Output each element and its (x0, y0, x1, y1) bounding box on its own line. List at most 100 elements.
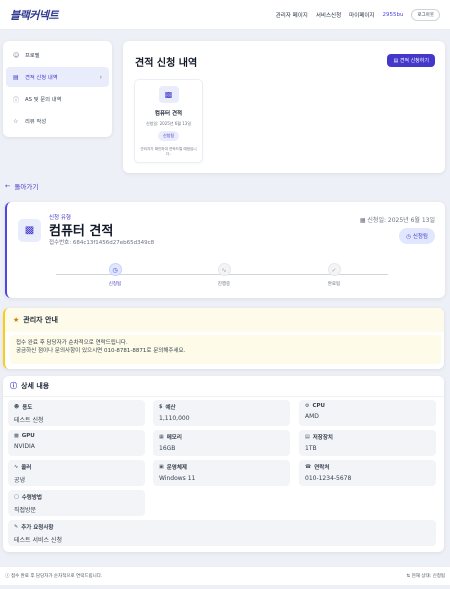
field-label: CPU (312, 403, 326, 409)
footer-status-text: 현재 상태: 신청됨 (411, 574, 445, 579)
arrow-icon: ⇅ (406, 574, 411, 579)
phone-icon: ☎ (305, 464, 312, 470)
field-cpu: ⚙ CPU AMD (299, 400, 436, 426)
footer-status: ⇅ 현재 상태: 신청됨 (406, 573, 445, 579)
field-label: 예산 (165, 405, 176, 411)
calendar-icon: ▦ (359, 217, 366, 224)
field-value: 010-1234-5678 (305, 475, 352, 482)
request-date-text: 신청일: 2025년 6월 13일 (367, 217, 435, 224)
check-icon: ✓ (327, 263, 341, 276)
step-label: 진행중 (217, 282, 231, 287)
field-label: 추가 요청사항 (21, 525, 54, 531)
step-completed: ✓ 완료됨 (309, 263, 359, 287)
step-requested: ◷ 신청됨 (90, 263, 140, 287)
admin-notice: ★ 관리자 안내 접수 완료 후 담당자가 순차적으로 연락드립니다. 궁금하신 … (3, 308, 444, 369)
document-plus-icon: ▤ (393, 58, 399, 64)
step-label: 완료됨 (327, 282, 341, 287)
status-badge: ◷ 신청됨 (399, 228, 435, 244)
info-icon: ⓘ (10, 382, 17, 390)
field-value: 테스트 서비스 신청 (14, 537, 62, 544)
detail-title: 상세 내용 (21, 382, 50, 390)
sidebar-item-review[interactable]: ☆ 리뷰 작성 (6, 111, 109, 131)
detail-header: ⓘ 상세 내용 (3, 376, 444, 397)
field-value: 직접방문 (14, 507, 37, 514)
quote-card-date: 신청일: 2025년 6월 13일 (145, 121, 192, 126)
sidebar-item-as-inquiry[interactable]: ⓘ AS 및 문의 내역 (6, 89, 109, 109)
sidebar-item-quotes[interactable]: ▤ 견적 신청 내역 › (6, 67, 109, 87)
admin-notice-line: 접수 완료 후 담당자가 순차적으로 연락드립니다. (16, 340, 128, 346)
sidebar-item-profile[interactable]: ☺ 프로필 (6, 45, 109, 65)
back-label: 돌아가기 (14, 183, 39, 191)
quote-card[interactable]: ▩ 컴퓨터 견적 신청일: 2025년 6월 13일 신청됨 관리자가 확인하여… (134, 79, 203, 163)
quote-card-status: 신청됨 (157, 131, 180, 141)
field-cooler: ∿ 쿨러 공냉 (8, 460, 145, 486)
dollar-icon: $ (159, 404, 163, 410)
memory-icon: ▦ (159, 434, 164, 440)
field-value: 1,110,000 (159, 415, 190, 422)
footer-message: 접수 완료 후 담당자가 순차적으로 연락드립니다. (10, 574, 103, 579)
users-icon: ☻ (14, 404, 20, 410)
field-gpu: ▩ GPU NVIDIA (8, 430, 145, 456)
field-storage: ▤ 저장장치 1TB (299, 430, 436, 456)
request-date: ▦ 신청일: 2025년 6월 13일 (360, 215, 435, 224)
request-title: 컴퓨터 견적 (49, 224, 114, 239)
storage-icon: ▤ (305, 434, 310, 440)
field-value: 테스트 신청 (14, 417, 44, 424)
admin-notice-header: ★ 관리자 안내 (5, 308, 444, 332)
arrow-left-icon: ← (5, 182, 11, 190)
new-quote-label: 견적 신청하기 (399, 58, 429, 64)
detail-panel: ⓘ 상세 내용 ☻ 용도 테스트 신청 $ 예산 1,110,000 ⚙ CPU AMD ▩ G… (3, 376, 444, 552)
top-header: 블랙커넥트 관리자 페이지 서비스신청 마이페이지 2955bu 로그아웃 (0, 0, 450, 30)
note-icon: ✎ (14, 524, 19, 530)
top-nav: 관리자 페이지 서비스신청 마이페이지 2955bu 로그아웃 (276, 8, 440, 21)
info-icon: ⓘ (5, 574, 10, 579)
field-extra-request: ✎ 추가 요청사항테스트 서비스 신청 (8, 520, 436, 546)
field-value: 공냉 (14, 477, 26, 484)
status-badge-text: 신청됨 (412, 234, 428, 240)
field-label: 쿨러 (21, 465, 32, 471)
help-icon: ⓘ (13, 96, 20, 104)
field-label: GPU (21, 433, 35, 439)
quote-card-title: 컴퓨터 견적 (154, 111, 183, 117)
step-in-progress: ∿ 진행중 (199, 263, 249, 287)
field-label: 수령방법 (21, 495, 42, 501)
field-label: 운영체제 (166, 465, 187, 471)
box-icon: ▢ (14, 494, 19, 500)
sidebar-item-label: AS 및 문의 내역 (25, 97, 62, 103)
field-value: Windows 11 (159, 475, 196, 482)
page-title: 견적 신청 내역 (135, 58, 198, 69)
sidebar: ☺ 프로필 ▤ 견적 신청 내역 › ⓘ AS 및 문의 내역 ☆ 리뷰 작성 (3, 41, 112, 137)
field-value: 16GB (159, 445, 176, 452)
user-name[interactable]: 2955bu (382, 12, 403, 18)
cpu-icon: ⚙ (305, 403, 310, 409)
field-budget: $ 예산 1,110,000 (153, 400, 290, 426)
field-value: NVIDIA (14, 443, 35, 450)
os-icon: ▣ (159, 464, 164, 470)
field-label: 연락처 (314, 465, 330, 471)
field-label: 저장장치 (312, 435, 333, 441)
monitor-icon: ▩ (18, 219, 41, 242)
field-label: 메모리 (166, 435, 182, 441)
sidebar-item-label: 견적 신청 내역 (25, 75, 58, 81)
quote-history-panel: 견적 신청 내역 ▤ 견적 신청하기 ▩ 컴퓨터 견적 신청일: 2025년 6… (123, 41, 445, 173)
clock-icon: ◷ (406, 234, 412, 240)
new-quote-button[interactable]: ▤ 견적 신청하기 (387, 54, 435, 67)
field-os: ▣ 운영체제 Windows 11 (153, 460, 290, 486)
logout-button[interactable]: 로그아웃 (411, 8, 440, 21)
admin-notice-body: 접수 완료 후 담당자가 순차적으로 연락드립니다. 궁금하신 점이나 문의사항… (10, 335, 441, 364)
admin-notice-line: 궁금하신 점이나 문의사항이 있으시면 010-8781-8871로 문의해주세… (16, 348, 186, 354)
activity-icon: ∿ (217, 263, 231, 276)
nav-service-request[interactable]: 서비스신청 (316, 11, 341, 19)
quote-card-message: 관리자가 확인하여 연락드릴 예정입니다. (140, 147, 197, 156)
field-value: AMD (305, 413, 319, 420)
nav-mypage[interactable]: 마이페이지 (349, 11, 374, 19)
nav-admin[interactable]: 관리자 페이지 (276, 11, 308, 19)
logo[interactable]: 블랙커넥트 (10, 7, 59, 23)
user-icon: ☺ (13, 51, 20, 59)
back-link[interactable]: ← 돌아가기 (5, 181, 38, 191)
monitor-icon: ▩ (158, 86, 179, 103)
receipt-number: 접수번호: 684c13f1456d27eb65d349c8 (49, 240, 155, 246)
star-icon: ☆ (13, 117, 19, 125)
field-delivery: ▢ 수령방법직접방문 (8, 490, 145, 516)
chevron-right-icon: › (99, 73, 102, 81)
